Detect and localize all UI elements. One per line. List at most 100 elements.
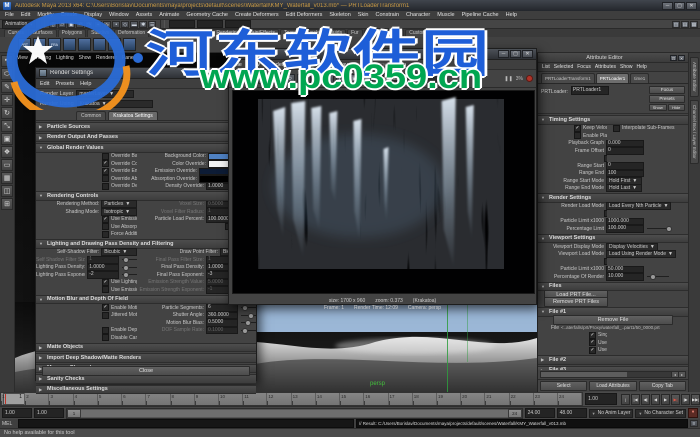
shelf-tab[interactable]: Mesh	[460, 29, 481, 37]
text-field[interactable]: 0	[606, 162, 644, 170]
playback-button[interactable]: |◀◀	[621, 393, 630, 412]
hide-button[interactable]: Hide	[667, 104, 685, 111]
shelf-tab[interactable]: Dynamics	[181, 29, 212, 37]
checkbox[interactable]	[613, 124, 620, 132]
auto-keyframe-icon[interactable]: ♦	[688, 408, 698, 418]
menu-item[interactable]: Help	[395, 62, 406, 68]
slider-handle[interactable]	[242, 327, 249, 334]
slider[interactable]	[240, 312, 256, 319]
playback-button[interactable]: ◀	[651, 393, 660, 405]
shelf-tab[interactable]: Polygons	[57, 29, 87, 37]
scroll-right-icon[interactable]: ▸	[678, 372, 685, 377]
menu-item[interactable]: Modify	[37, 12, 53, 18]
checkbox[interactable]	[102, 286, 109, 294]
shelf-icon[interactable]	[93, 38, 106, 51]
menu-item[interactable]: Help	[506, 12, 517, 18]
checkbox[interactable]	[102, 311, 109, 319]
timeline-frame[interactable]: 7	[146, 393, 171, 405]
timeline-frame[interactable]: 12	[267, 393, 292, 405]
node-tab[interactable]: time1	[630, 73, 650, 83]
menu-item[interactable]: Create	[61, 12, 78, 18]
redo-icon[interactable]: ↷	[85, 20, 94, 28]
menu-item[interactable]: Edit	[21, 12, 30, 18]
section-header[interactable]: ▶ Miscellaneous Settings	[36, 384, 256, 394]
shelf-tab[interactable]: Curves	[4, 29, 28, 37]
slider[interactable]	[240, 320, 256, 327]
open-scene-icon[interactable]: ▱	[58, 20, 67, 28]
menu-item[interactable]: Character	[406, 12, 430, 18]
slider-handle[interactable]	[123, 272, 130, 279]
show-button[interactable]: Show	[649, 104, 667, 111]
animation-end-field[interactable]: 48.00	[556, 408, 587, 418]
stop-render-icon[interactable]	[526, 75, 533, 82]
slider-handle[interactable]	[649, 274, 656, 281]
checkbox[interactable]	[102, 230, 109, 238]
menu-item[interactable]: Options	[305, 62, 324, 68]
playback-button[interactable]: ▶|	[671, 393, 680, 405]
timeline-frame[interactable]: 9	[194, 393, 219, 405]
shelf-tab[interactable]: Krakatoa	[431, 29, 460, 37]
menu-item[interactable]: Presets	[55, 81, 74, 87]
prt-loader-icon[interactable]: PRT	[18, 38, 31, 51]
shelf-icon[interactable]	[108, 38, 121, 51]
shelf-tab[interactable]: nCloth	[381, 29, 405, 37]
selection-field[interactable]	[225, 20, 252, 28]
select-tool-icon[interactable]: ↖	[1, 55, 13, 67]
slider[interactable]	[647, 274, 669, 281]
checkbox[interactable]: ✓	[102, 278, 109, 286]
checkbox[interactable]	[102, 326, 109, 334]
section-header[interactable]: ▶ Render Output And Passes	[36, 132, 256, 142]
text-field[interactable]: 100.000	[606, 225, 644, 233]
section-header[interactable]: ▼ Render Settings	[538, 193, 688, 203]
section-header[interactable]: ▼ Lighting and Drawing Pass Density and F…	[36, 239, 256, 249]
one-to-one-icon[interactable]: 1:1	[336, 73, 347, 84]
range-start-handle[interactable]: 1	[67, 408, 81, 418]
menu-item[interactable]: Window	[109, 12, 129, 18]
command-input[interactable]	[18, 419, 354, 428]
settings-tab[interactable]: Krakatoa Settings	[108, 111, 158, 120]
panel-menu-item[interactable]: Renderer	[96, 55, 117, 61]
time-slider-track[interactable]: 1 1 2 3 4 5 6 7 8 9 10 11 12 13 14 15 16 17 18 19 20 21 22 23 2…	[0, 392, 584, 406]
text-field[interactable]: 0.000	[606, 139, 644, 147]
close-button[interactable]: Close	[42, 366, 250, 376]
timeline-frame[interactable]: 14	[315, 393, 341, 405]
playback-button[interactable]: |◀	[631, 393, 640, 405]
timeline-frame[interactable]: 22	[509, 393, 534, 405]
shelf-icon[interactable]	[123, 38, 136, 51]
menu-item[interactable]: Selected	[554, 64, 573, 70]
text-field[interactable]: 1.0000	[87, 263, 120, 271]
slider[interactable]	[122, 272, 138, 279]
menu-item[interactable]: Skeleton	[329, 12, 350, 18]
anim-layer-dropdown[interactable]: ▼ No Anim Layer	[588, 408, 634, 418]
shelf-tab[interactable]: Deformation	[113, 29, 150, 37]
slider[interactable]	[647, 226, 672, 233]
menu-item[interactable]: Skin	[358, 12, 369, 18]
range-slider[interactable]: 1 24	[66, 407, 523, 419]
timeline-frame[interactable]: 13	[291, 393, 316, 405]
shelf-icon[interactable]	[78, 38, 91, 51]
footer-button[interactable]: Load Attributes	[589, 381, 637, 391]
timeline-frame[interactable]: 21	[485, 393, 510, 405]
checkbox[interactable]: ✓	[574, 124, 581, 132]
checkbox[interactable]	[604, 258, 607, 266]
section-header[interactable]: ▶ Import Deep Shadow/Matte Renders	[36, 353, 256, 363]
window-control-button[interactable]: ─	[498, 50, 509, 58]
shelf-tab[interactable]: Hair	[363, 29, 381, 37]
ipr-render-icon[interactable]: ✱	[139, 20, 148, 28]
slider-handle[interactable]	[245, 320, 252, 327]
render-view-title-bar[interactable]: Render View ─ ▢ ✕	[229, 49, 536, 60]
text-field[interactable]: 1	[87, 256, 120, 264]
panel-menu-item[interactable]: Panels	[122, 55, 137, 61]
menu-item[interactable]: Assets	[136, 12, 153, 18]
scroll-left-icon[interactable]: ◂	[671, 372, 678, 377]
section-header[interactable]: ▶ Matte Objects	[36, 342, 256, 352]
playback-end-field[interactable]: 24.00	[524, 408, 555, 418]
range-end-handle[interactable]: 24	[507, 408, 522, 418]
rgb-channels-icon[interactable]: ◉	[310, 73, 321, 84]
redo-previous-render-icon[interactable]: ▶	[245, 73, 256, 84]
node-tab[interactable]: PRTLoaderTransform1	[541, 73, 595, 83]
section-header[interactable]: ▶ Particle Sources	[36, 122, 256, 132]
shelf-tab[interactable]: Fluids	[324, 29, 347, 37]
shelf-tab[interactable]: Custom	[405, 29, 431, 37]
window-control-button[interactable]: ✕	[522, 50, 533, 58]
